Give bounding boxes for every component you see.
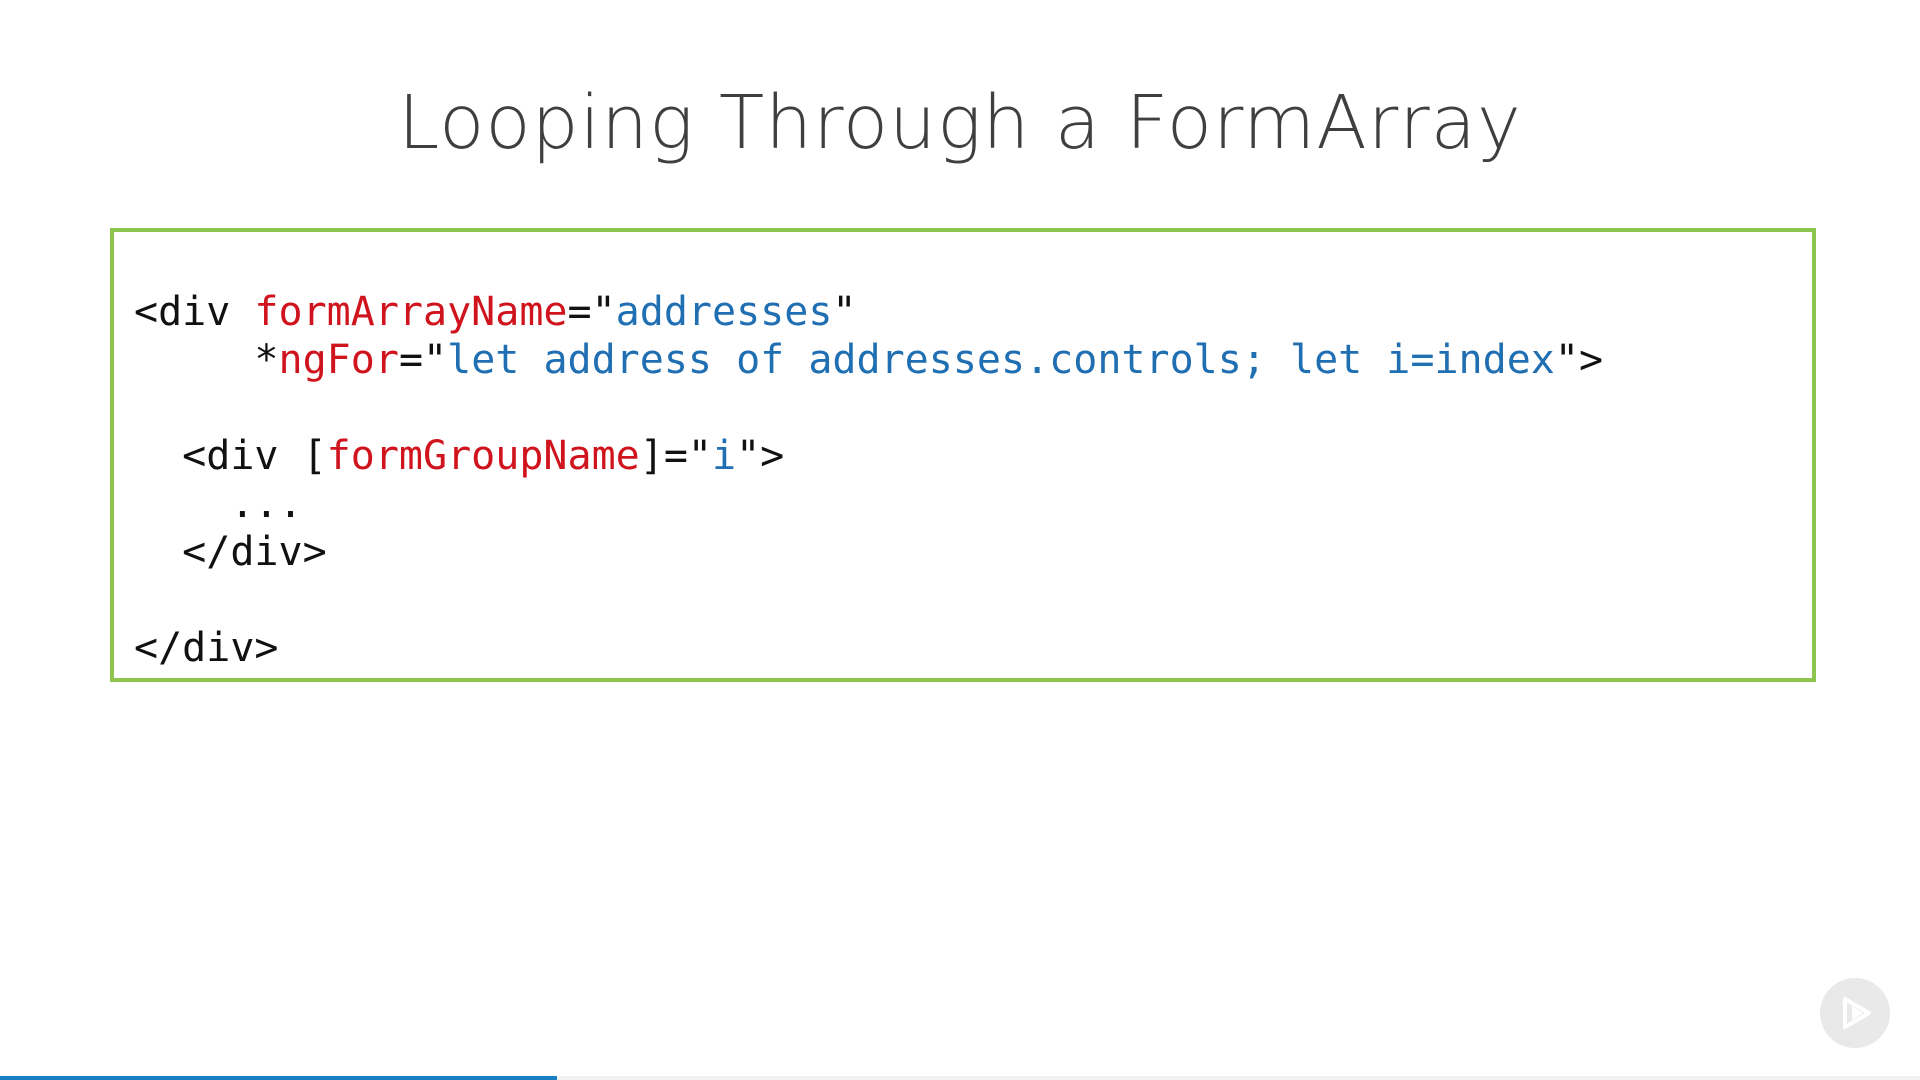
code-line-2: *ngFor="let address of addresses.control… — [134, 336, 1603, 384]
code-punct: =" — [398, 337, 448, 383]
code-line-8: </div> — [134, 625, 279, 671]
code-value: i — [712, 433, 737, 479]
progress-fill — [0, 1076, 557, 1080]
code-tag: <div — [134, 289, 255, 335]
play-button[interactable] — [1820, 978, 1890, 1048]
slide: Looping Through a FormArray <div formArr… — [0, 0, 1920, 1080]
code-box: <div formArrayName="addresses" *ngFor="l… — [110, 228, 1816, 682]
code-punct: ]=" — [639, 433, 712, 479]
code-value: addresses — [615, 289, 833, 335]
slide-title: Looping Through a FormArray — [398, 80, 1522, 166]
code-punct: "> — [1554, 337, 1604, 383]
play-icon — [1843, 997, 1871, 1029]
code-punct: =" — [567, 289, 616, 335]
code-punct: * — [254, 337, 279, 383]
code-value: let address of addresses.controls; let i… — [447, 337, 1555, 383]
code-punct: "> — [736, 433, 785, 479]
code-tag: <div [ — [182, 433, 327, 479]
code-attribute: ngFor — [278, 337, 399, 383]
code-line-5: ... — [134, 481, 303, 527]
code-block: <div formArrayName="addresses" *ngFor="l… — [134, 288, 1603, 672]
code-punct: " — [832, 289, 857, 335]
code-attribute: formGroupName — [326, 433, 640, 479]
code-line-4: <div [formGroupName]="i"> — [134, 432, 1603, 480]
code-attribute: formArrayName — [254, 289, 568, 335]
progress-bar[interactable] — [0, 1076, 1920, 1080]
code-line-6: </div> — [134, 529, 327, 575]
code-line-1: <div formArrayName="addresses" — [134, 288, 1603, 336]
